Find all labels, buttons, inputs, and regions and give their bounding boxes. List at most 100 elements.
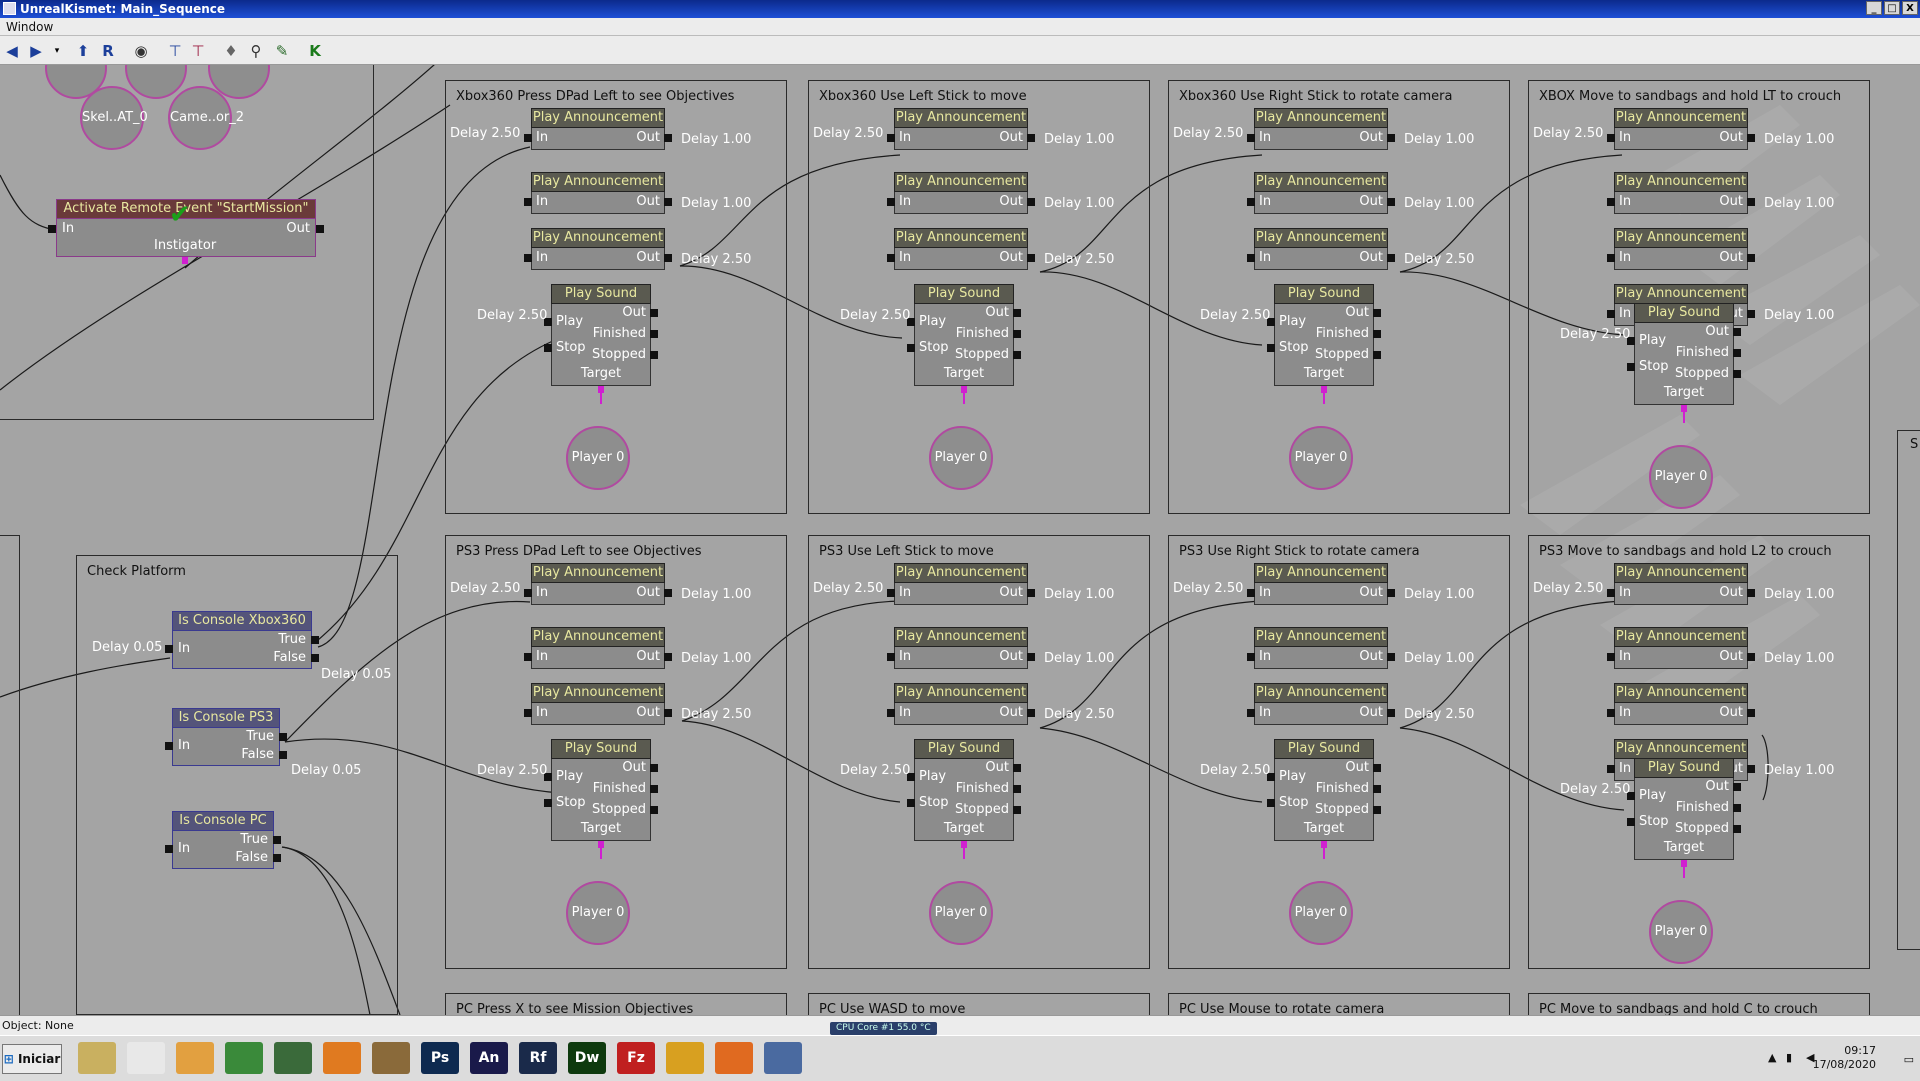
input-pin[interactable] bbox=[1607, 653, 1615, 661]
output-pin[interactable] bbox=[1733, 370, 1741, 378]
is-console-pc-node[interactable]: Is Console PC In True False bbox=[165, 811, 281, 869]
play-announcement-node[interactable]: Play Announcement In Out bbox=[1247, 228, 1395, 270]
back-arrow-icon[interactable]: ◀ bbox=[3, 42, 21, 60]
taskbar-app-icon[interactable]: An bbox=[470, 1042, 508, 1074]
input-pin[interactable] bbox=[887, 653, 895, 661]
player-variable[interactable]: Player 0 bbox=[1289, 426, 1353, 490]
output-pin[interactable] bbox=[664, 653, 672, 661]
taskbar-app-icon[interactable] bbox=[323, 1042, 361, 1074]
minimize-button[interactable]: _ bbox=[1866, 1, 1882, 15]
output-pin[interactable] bbox=[1013, 330, 1021, 338]
input-pin[interactable] bbox=[907, 344, 915, 352]
output-pin[interactable] bbox=[1013, 806, 1021, 814]
taskbar-app-icon[interactable]: Rf bbox=[519, 1042, 557, 1074]
start-button[interactable]: ⊞ Iniciar bbox=[2, 1044, 62, 1074]
output-pin[interactable] bbox=[1387, 198, 1395, 206]
output-pin[interactable] bbox=[1013, 764, 1021, 772]
output-pin[interactable] bbox=[279, 733, 287, 741]
output-pin[interactable] bbox=[1733, 328, 1741, 336]
dropdown-icon[interactable]: ▾ bbox=[48, 42, 66, 60]
play-announcement-node[interactable]: Play Announcement In Out bbox=[887, 228, 1035, 270]
taskbar-app-icon[interactable]: Ps bbox=[421, 1042, 459, 1074]
input-pin[interactable] bbox=[524, 198, 532, 206]
output-pin[interactable] bbox=[650, 330, 658, 338]
output-pin[interactable] bbox=[316, 225, 324, 233]
hide-icon[interactable]: ◉ bbox=[132, 42, 150, 60]
output-pin[interactable] bbox=[1747, 310, 1755, 318]
output-pin[interactable] bbox=[1027, 134, 1035, 142]
play-sound-node[interactable]: Play Sound Out Finished Stopped Target Play St… bbox=[1267, 739, 1381, 859]
output-pin[interactable] bbox=[1733, 825, 1741, 833]
menu-window[interactable]: Window bbox=[6, 20, 53, 34]
play-announcement-node[interactable]: Play Announcement In Out bbox=[1247, 108, 1395, 150]
play-announcement-node[interactable]: Play Announcement In Out bbox=[1607, 228, 1755, 270]
variable-pin[interactable] bbox=[182, 257, 188, 264]
input-pin[interactable] bbox=[1627, 363, 1635, 371]
player-variable[interactable]: Player 0 bbox=[1289, 881, 1353, 945]
tray-expand-icon[interactable]: ▲ bbox=[1768, 1050, 1776, 1066]
output-pin[interactable] bbox=[1013, 351, 1021, 359]
input-pin[interactable] bbox=[524, 134, 532, 142]
player-variable[interactable]: Player 0 bbox=[929, 426, 993, 490]
forward-arrow-icon[interactable]: ▶ bbox=[27, 42, 45, 60]
input-pin[interactable] bbox=[1247, 134, 1255, 142]
play-sound-node[interactable]: Play Sound Out Finished Stopped Target Play St… bbox=[1267, 284, 1381, 404]
output-pin[interactable] bbox=[664, 589, 672, 597]
output-pin[interactable] bbox=[1733, 349, 1741, 357]
input-pin[interactable] bbox=[1247, 709, 1255, 717]
output-pin[interactable] bbox=[1747, 589, 1755, 597]
input-pin[interactable] bbox=[524, 589, 532, 597]
input-pin[interactable] bbox=[524, 254, 532, 262]
output-pin[interactable] bbox=[1373, 785, 1381, 793]
output-pin[interactable] bbox=[1013, 309, 1021, 317]
output-pin[interactable] bbox=[650, 309, 658, 317]
output-pin[interactable] bbox=[1027, 709, 1035, 717]
play-announcement-node[interactable]: Play Announcement In Out bbox=[887, 627, 1035, 669]
input-pin[interactable] bbox=[1627, 818, 1635, 826]
maximize-button[interactable]: □ bbox=[1884, 1, 1900, 15]
taskbar-app-icon[interactable] bbox=[225, 1042, 263, 1074]
input-pin[interactable] bbox=[887, 589, 895, 597]
kismet-canvas[interactable]: Skel..AT_0 Came..or_2 Activate Remote Ev… bbox=[0, 65, 1920, 1015]
play-announcement-node[interactable]: Play Announcement In Out bbox=[1247, 627, 1395, 669]
output-pin[interactable] bbox=[1027, 198, 1035, 206]
play-announcement-node[interactable]: Play Announcement In Out bbox=[524, 627, 672, 669]
sequence-frame[interactable]: PC Use Mouse to rotate camera bbox=[1168, 993, 1510, 1015]
taskbar-app-icon[interactable] bbox=[715, 1042, 753, 1074]
input-pin[interactable] bbox=[1607, 134, 1615, 142]
play-announcement-node[interactable]: Play Announcement In Out bbox=[1247, 563, 1395, 605]
input-pin[interactable] bbox=[48, 225, 56, 233]
play-sound-node[interactable]: Play Sound Out Finished Stopped Target Play St… bbox=[544, 284, 658, 404]
play-sound-node[interactable]: Play Sound Out Finished Stopped Target Play St… bbox=[907, 284, 1021, 404]
player-variable[interactable]: Player 0 bbox=[566, 426, 630, 490]
tree-icon[interactable]: ⊤ bbox=[166, 42, 184, 60]
parent-sequence-icon[interactable]: ⬆ bbox=[74, 42, 92, 60]
taskbar-app-icon[interactable] bbox=[176, 1042, 214, 1074]
input-pin[interactable] bbox=[1607, 310, 1615, 318]
taskbar-app-icon[interactable] bbox=[372, 1042, 410, 1074]
output-pin[interactable] bbox=[1747, 134, 1755, 142]
sequence-frame[interactable]: PC Press X to see Mission Objectives bbox=[445, 993, 787, 1015]
input-pin[interactable] bbox=[1267, 344, 1275, 352]
output-pin[interactable] bbox=[1027, 589, 1035, 597]
output-pin[interactable] bbox=[1027, 254, 1035, 262]
input-pin[interactable] bbox=[1607, 254, 1615, 262]
output-pin[interactable] bbox=[311, 636, 319, 644]
play-announcement-node[interactable]: Play Announcement In Out bbox=[1607, 683, 1755, 725]
output-pin[interactable] bbox=[1373, 309, 1381, 317]
input-pin[interactable] bbox=[1267, 799, 1275, 807]
is-console-ps3-node[interactable]: Is Console PS3 In True False bbox=[165, 708, 287, 766]
play-announcement-node[interactable]: Play Announcement In Out bbox=[524, 563, 672, 605]
play-announcement-node[interactable]: Play Announcement In Out bbox=[524, 172, 672, 214]
output-pin[interactable] bbox=[664, 134, 672, 142]
play-announcement-node[interactable]: Play Announcement In Out bbox=[887, 108, 1035, 150]
taskbar-app-icon[interactable] bbox=[666, 1042, 704, 1074]
play-announcement-node[interactable]: Play Announcement In Out bbox=[1607, 172, 1755, 214]
sequence-frame[interactable]: PC Move to sandbags and hold C to crouch bbox=[1528, 993, 1870, 1015]
play-announcement-node[interactable]: Play Announcement In Out bbox=[887, 563, 1035, 605]
output-pin[interactable] bbox=[650, 785, 658, 793]
input-pin[interactable] bbox=[887, 709, 895, 717]
output-pin[interactable] bbox=[1387, 254, 1395, 262]
output-pin[interactable] bbox=[650, 764, 658, 772]
rename-icon[interactable]: R bbox=[99, 42, 117, 60]
